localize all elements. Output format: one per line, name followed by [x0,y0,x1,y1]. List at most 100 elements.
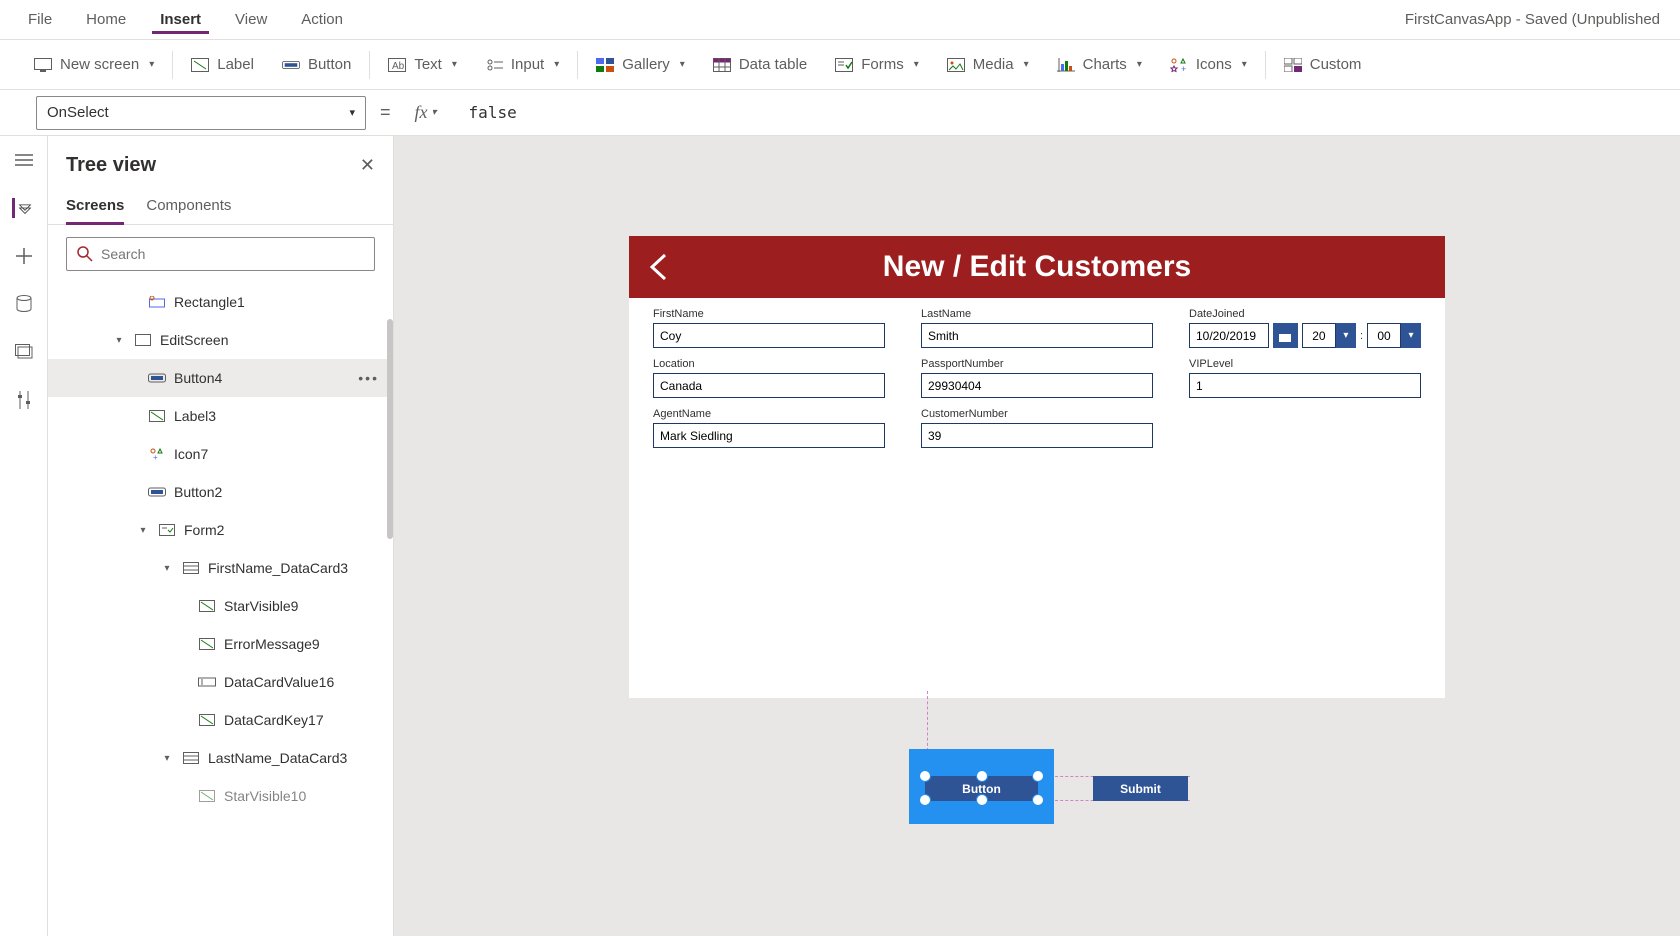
field-datejoined: DateJoined ▾ : ▾ [1189,308,1421,348]
menu-insert[interactable]: Insert [152,5,209,34]
resize-handle[interactable] [1032,770,1044,782]
charts-button[interactable]: Charts ▾ [1043,40,1156,90]
resize-handle[interactable] [1032,794,1044,806]
tab-components[interactable]: Components [146,191,231,224]
input-passport[interactable] [921,373,1153,398]
tree-node-datacardvalue16[interactable]: DataCardValue16 [48,663,393,701]
button-button[interactable]: Button [268,40,365,90]
resize-handle[interactable] [976,794,988,806]
datacard-icon [182,560,200,576]
chevron-down-icon[interactable]: ▾ [160,753,174,764]
media-button[interactable]: Media ▾ [933,40,1043,90]
media-label: Media [973,56,1014,73]
icons-icon: + [148,446,166,462]
tree-node-editscreen[interactable]: ▾ EditScreen [48,321,393,359]
tree-node-label: Button2 [174,484,222,500]
minute-select[interactable]: ▾ [1367,323,1421,348]
alignment-guide [927,691,928,751]
icons-button[interactable]: + Icons ▾ [1156,40,1261,90]
screen-icon [34,56,52,74]
label-icon [198,598,216,614]
label-lastname: LastName [921,308,1153,320]
fx-button[interactable]: fx ▾ [405,102,447,123]
tree-node-rectangle1[interactable]: Rectangle1 [48,283,393,321]
close-icon[interactable]: ✕ [360,155,375,176]
tree-node-lastname-datacard[interactable]: ▾ LastName_DataCard3 [48,739,393,777]
canvas-submit-button[interactable]: Submit [1093,776,1188,801]
canvas-area[interactable]: New / Edit Customers FirstName LastName … [394,136,1680,936]
input-viplevel[interactable] [1189,373,1421,398]
media-rail-icon[interactable] [14,342,34,362]
search-field[interactable] [101,246,364,262]
data-table-button[interactable]: Data table [699,40,821,90]
custom-label: Custom [1310,56,1362,73]
menu-action[interactable]: Action [293,5,351,34]
tree-node-starvisible10[interactable]: StarVisible10 [48,777,393,815]
field-customernumber: CustomerNumber [921,408,1153,448]
tree-node-starvisible9[interactable]: StarVisible9 [48,587,393,625]
tree-node-icon7[interactable]: + Icon7 [48,435,393,473]
chevron-down-icon[interactable]: ▾ [1401,323,1421,348]
tree-node-label: Icon7 [174,446,208,462]
tree-view-icon[interactable] [12,198,32,218]
search-icon [77,246,93,262]
chevron-down-icon[interactable]: ▾ [1336,323,1356,348]
resize-handle[interactable] [919,770,931,782]
app-canvas[interactable]: New / Edit Customers FirstName LastName … [629,236,1445,698]
svg-text:+: + [1181,64,1186,73]
form-grid: FirstName LastName DateJoined ▾ : ▾ [629,298,1445,458]
search-input[interactable] [66,237,375,271]
tab-screens[interactable]: Screens [66,191,124,225]
tree-node-label: Form2 [184,522,224,538]
input-lastname[interactable] [921,323,1153,348]
chevron-down-icon[interactable]: ▾ [136,525,150,536]
formula-input[interactable] [461,96,1660,130]
input-agentname[interactable] [653,423,885,448]
hamburger-icon[interactable] [14,150,34,170]
input-firstname[interactable] [653,323,885,348]
button-icon [282,56,300,74]
menubar: File Home Insert View Action FirstCanvas… [0,0,1680,40]
add-icon[interactable] [14,246,34,266]
input-datejoined[interactable] [1189,323,1269,348]
separator [369,51,370,79]
tree-node-label: ErrorMessage9 [224,636,320,652]
scrollbar-thumb[interactable] [387,319,393,539]
menu-file[interactable]: File [20,5,60,34]
data-icon[interactable] [14,294,34,314]
tree-node-button2[interactable]: Button2 [48,473,393,511]
chevron-down-icon[interactable]: ▾ [160,563,174,574]
menu-home[interactable]: Home [78,5,134,34]
custom-button[interactable]: Custom [1270,40,1376,90]
property-dropdown[interactable]: OnSelect ▾ [36,96,366,130]
input-customernumber[interactable] [921,423,1153,448]
back-icon[interactable] [647,252,669,282]
tree-node-errormessage9[interactable]: ErrorMessage9 [48,625,393,663]
tree-node-datacardkey17[interactable]: DataCardKey17 [48,701,393,739]
chevron-down-icon[interactable]: ▾ [112,335,126,346]
label-button[interactable]: Label [177,40,268,90]
menu-view[interactable]: View [227,5,275,34]
calendar-icon[interactable] [1273,323,1298,348]
hour-input[interactable] [1302,323,1336,348]
label-viplevel: VIPLevel [1189,358,1421,370]
resize-handle[interactable] [919,794,931,806]
tree-node-label3[interactable]: Label3 [48,397,393,435]
advanced-tools-icon[interactable] [14,390,34,410]
tree-node-firstname-datacard[interactable]: ▾ FirstName_DataCard3 [48,549,393,587]
more-icon[interactable]: ••• [358,370,379,386]
new-screen-button[interactable]: New screen ▾ [20,40,168,90]
forms-button[interactable]: Forms ▾ [821,40,933,90]
tree-list: Rectangle1 ▾ EditScreen Button4 ••• Labe… [48,283,393,936]
separator [172,51,173,79]
text-button[interactable]: Ab Text ▾ [374,40,471,90]
tree-node-form2[interactable]: ▾ Form2 [48,511,393,549]
minute-input[interactable] [1367,323,1401,348]
resize-handle[interactable] [976,770,988,782]
tree-node-button4[interactable]: Button4 ••• [48,359,393,397]
hour-select[interactable]: ▾ [1302,323,1356,348]
input-button[interactable]: Input ▾ [471,40,573,90]
app-header: New / Edit Customers [629,236,1445,298]
gallery-button[interactable]: Gallery ▾ [582,40,699,90]
input-location[interactable] [653,373,885,398]
